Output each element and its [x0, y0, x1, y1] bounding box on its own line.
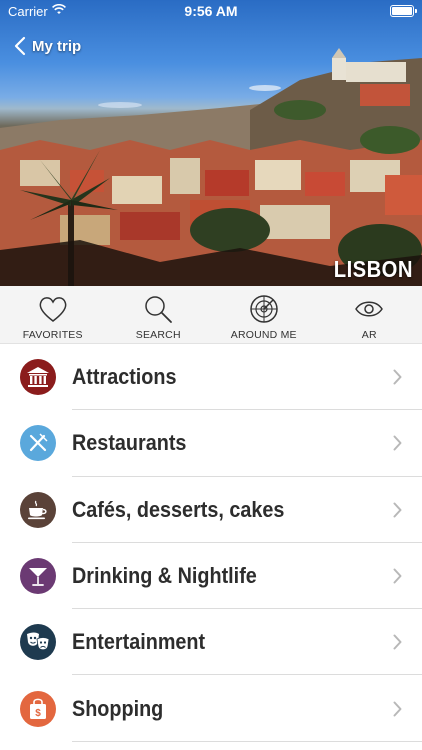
- category-restaurants[interactable]: Restaurants: [0, 410, 422, 477]
- coffee-cup-icon: [20, 491, 56, 528]
- category-attractions[interactable]: Attractions: [0, 344, 422, 411]
- chevron-left-icon: [14, 36, 26, 56]
- favorites-label: FAVORITES: [22, 329, 83, 341]
- category-label: Shopping: [72, 695, 164, 721]
- chevron-right-icon: [393, 435, 402, 451]
- eye-icon: [355, 301, 384, 317]
- chevron-right-icon: [393, 568, 402, 584]
- ar-label: AR: [361, 329, 377, 341]
- chevron-right-icon: [393, 369, 402, 385]
- chevron-right-icon: [393, 502, 402, 518]
- category-label: Cafés, desserts, cakes: [72, 496, 285, 522]
- search-label: SEARCH: [135, 329, 181, 341]
- category-entertainment[interactable]: Entertainment: [0, 609, 422, 676]
- around-me-label: AROUND ME: [230, 329, 297, 341]
- quick-actions-toolbar: FAVORITES SEARCH AROUND ME AR: [0, 286, 422, 344]
- search-icon: [145, 296, 173, 323]
- back-button[interactable]: My trip: [14, 32, 81, 60]
- city-title: LISBON: [333, 256, 413, 282]
- category-label: Entertainment: [72, 629, 206, 655]
- heart-icon: [39, 297, 67, 322]
- fork-knife-icon: [20, 425, 56, 462]
- category-label: Drinking & Nightlife: [72, 563, 257, 589]
- battery-icon: [390, 5, 417, 17]
- svg-text:$: $: [35, 708, 41, 719]
- search-button[interactable]: SEARCH: [106, 286, 212, 343]
- chevron-right-icon: [393, 634, 402, 650]
- category-drinking-nightlife[interactable]: Drinking & Nightlife: [0, 543, 422, 610]
- category-list: Attractions Restaurants Cafés, desserts,…: [0, 344, 422, 743]
- chevron-right-icon: [393, 701, 402, 717]
- cocktail-icon: [20, 558, 56, 595]
- clock: 9:56 AM: [184, 3, 238, 19]
- theater-masks-icon: [20, 624, 56, 661]
- favorites-button[interactable]: FAVORITES: [0, 286, 106, 343]
- category-label: Restaurants: [72, 430, 187, 456]
- around-me-button[interactable]: AROUND ME: [211, 286, 317, 343]
- museum-icon: [20, 359, 56, 396]
- ar-button[interactable]: AR: [317, 286, 422, 343]
- status-bar: Carrier 9:56 AM: [0, 0, 422, 22]
- category-label: Attractions: [72, 364, 177, 390]
- category-cafes[interactable]: Cafés, desserts, cakes: [0, 477, 422, 544]
- back-button-label: My trip: [32, 37, 82, 55]
- shopping-bag-icon: $: [20, 690, 56, 727]
- category-shopping[interactable]: $ Shopping: [0, 675, 422, 743]
- city-hero-image: Carrier 9:56 AM My trip LISBON: [0, 0, 422, 286]
- radar-icon: [250, 295, 278, 323]
